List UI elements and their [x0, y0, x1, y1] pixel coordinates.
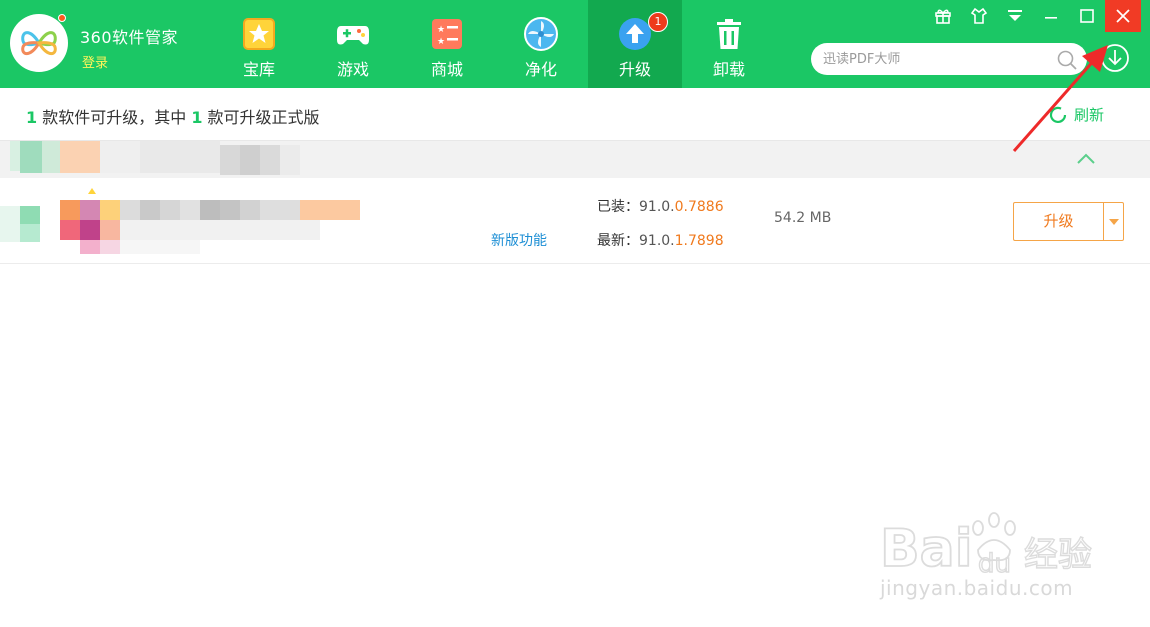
installed-version-diff: 0.7886 — [674, 199, 724, 215]
menu-button[interactable] — [997, 0, 1033, 32]
blurred-app-info — [0, 188, 360, 254]
tab-jinghua[interactable]: 净化 — [494, 0, 588, 88]
gift-button[interactable] — [925, 0, 961, 32]
svg-text:★: ★ — [437, 37, 445, 47]
svg-text:Bai: Bai — [880, 519, 973, 578]
star-box-icon — [243, 18, 275, 50]
tab-label: 商城 — [430, 60, 463, 79]
butterfly-logo-icon — [21, 31, 57, 56]
latest-version-base: 91.0. — [639, 233, 675, 249]
latest-version: 最新：91.0.1.7898 — [597, 230, 724, 250]
blurred-group-name — [10, 141, 300, 175]
package-size: 54.2 MB — [774, 210, 832, 226]
tab-label: 净化 — [524, 60, 557, 79]
upgrade-summary: 1 款软件可升级，其中 1 款可升级正式版 — [26, 104, 320, 128]
svg-text:经验: 经验 — [1024, 535, 1092, 575]
skin-button[interactable] — [961, 0, 997, 32]
new-features-link[interactable]: 新版功能 — [491, 230, 547, 250]
trash-icon — [717, 19, 741, 49]
maximize-icon — [1080, 9, 1094, 23]
svg-text:du: du — [978, 549, 1011, 578]
gift-icon — [935, 9, 951, 24]
chevron-down-icon — [1109, 219, 1119, 225]
official-count: 1 — [191, 108, 203, 127]
clothes-icon — [970, 7, 988, 24]
summary-text: 款软件可升级，其中 — [37, 108, 192, 127]
latest-version-diff: 1.7898 — [674, 233, 724, 249]
latest-label: 最新： — [597, 233, 639, 249]
app-title: 360软件管家 — [80, 28, 179, 47]
annotation-arrow-icon — [1012, 45, 1108, 152]
maximize-button[interactable] — [1069, 0, 1105, 32]
svg-text:★: ★ — [437, 25, 445, 35]
minimize-icon — [1045, 17, 1057, 19]
minimize-button[interactable] — [1033, 0, 1069, 32]
tab-shangcheng[interactable]: ★ ★ 商城 — [400, 0, 494, 88]
main-nav: 宝库 游戏 ★ ★ 商城 净化 1 升级 卸载 — [212, 0, 776, 88]
software-group-header[interactable] — [0, 140, 1150, 178]
notification-dot — [58, 14, 66, 22]
close-button[interactable] — [1105, 0, 1141, 32]
title-bar: 360软件管家 登录 宝库 游戏 ★ ★ 商城 净化 1 升级 卸载 迅读PDF… — [0, 0, 1150, 88]
app-logo — [10, 14, 68, 72]
store-list-icon: ★ ★ — [432, 19, 462, 49]
tab-label: 游戏 — [336, 60, 369, 79]
dropdown-menu-icon — [1008, 10, 1022, 21]
tab-youxi[interactable]: 游戏 — [306, 0, 400, 88]
tab-label: 升级 — [618, 60, 651, 79]
fan-icon — [524, 17, 558, 51]
upgrade-button[interactable]: 升级 — [1013, 202, 1103, 241]
tab-shengji[interactable]: 1 升级 — [588, 0, 682, 88]
installed-version: 已装：91.0.0.7886 — [597, 196, 724, 216]
tab-xiezai[interactable]: 卸载 — [682, 0, 776, 88]
summary-text: 款可升级正式版 — [202, 108, 320, 127]
baidu-jingyan-watermark-icon: Bai du 经验 — [879, 512, 1093, 578]
close-icon — [1116, 9, 1130, 23]
upgrade-count-badge: 1 — [648, 12, 668, 32]
upgradable-count: 1 — [26, 108, 38, 127]
installed-label: 已装： — [597, 199, 639, 215]
upgrade-options-dropdown[interactable] — [1103, 202, 1124, 241]
tab-label: 卸载 — [712, 60, 745, 79]
watermark-url: jingyan.baidu.com — [880, 576, 1074, 600]
gamepad-icon — [337, 26, 369, 45]
window-controls — [925, 0, 1141, 32]
tab-label: 宝库 — [242, 60, 275, 79]
tab-baoku[interactable]: 宝库 — [212, 0, 306, 88]
installed-version-base: 91.0. — [639, 199, 675, 215]
login-link[interactable]: 登录 — [82, 52, 108, 71]
